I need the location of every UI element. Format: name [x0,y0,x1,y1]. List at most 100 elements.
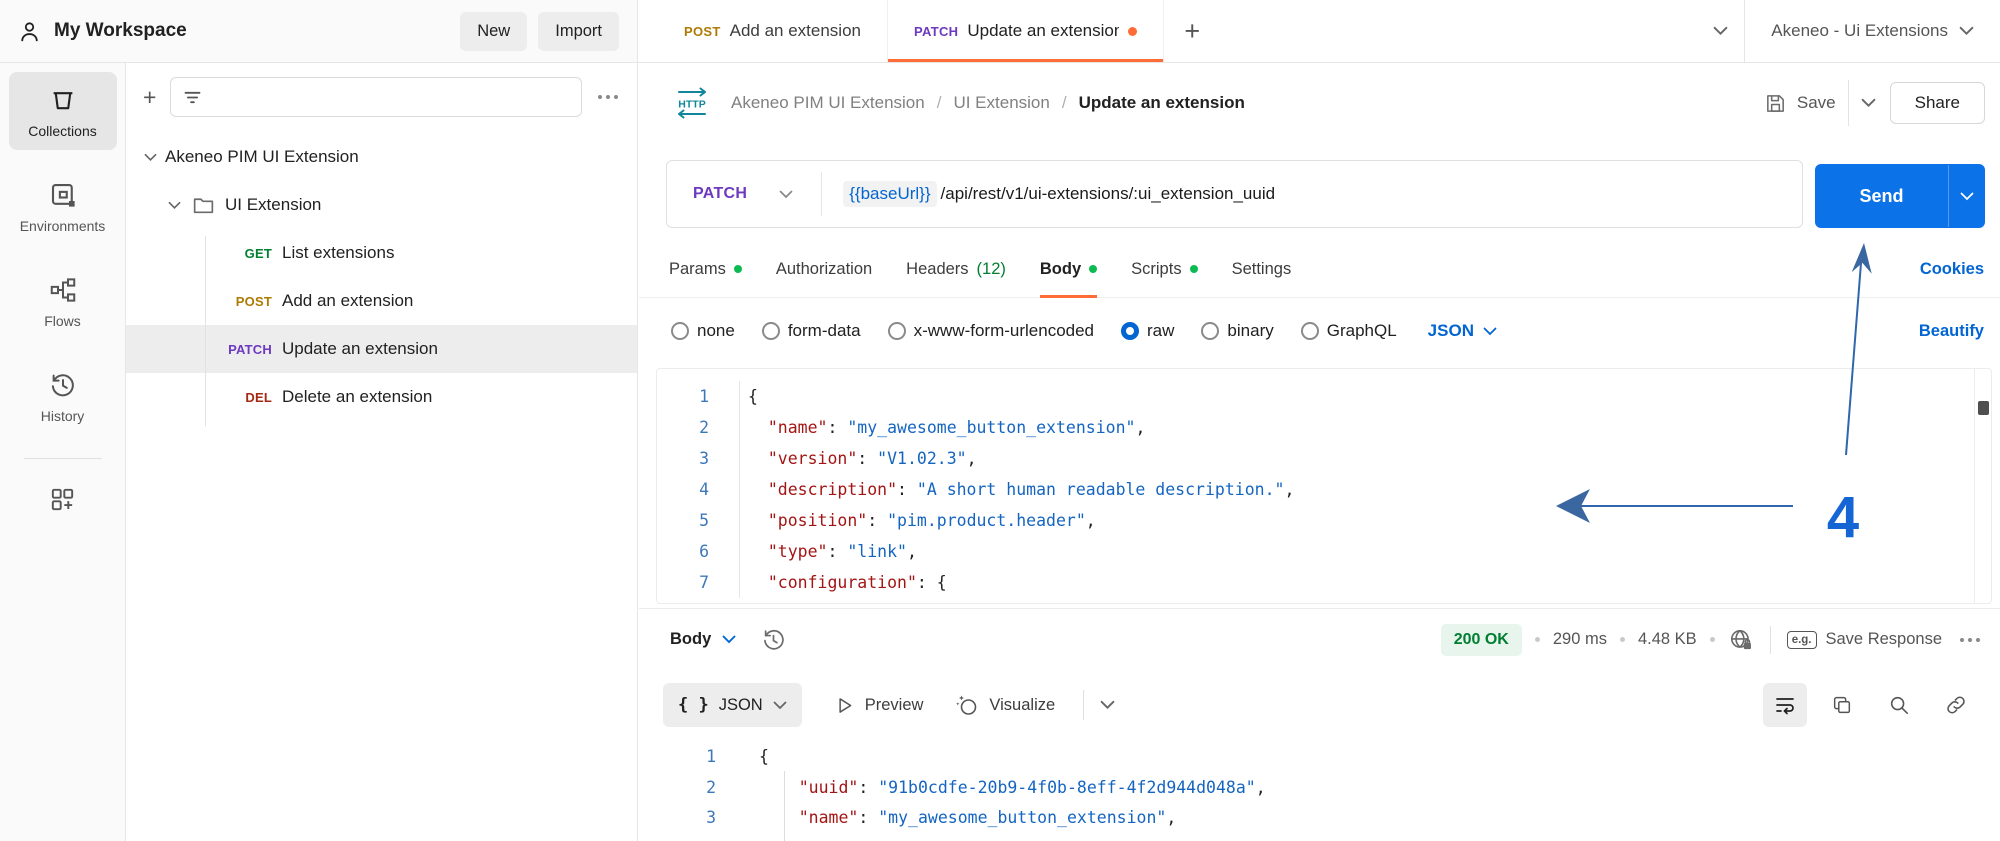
method-selector[interactable]: PATCH [667,185,747,203]
tree-collection-row[interactable]: Akeneo PIM UI Extension [126,133,637,181]
tree-request-list-extensions[interactable]: GETList extensions [126,229,637,277]
cookies-link[interactable]: Cookies [1920,241,1984,298]
chevron-down-icon[interactable] [144,153,157,162]
url-bar: PATCH {{baseUrl}} /api/rest/v1/ui-extens… [666,160,1803,228]
response-history-icon[interactable] [760,626,787,653]
response-body-viewer[interactable]: 1{2 "uuid": "91b0cdfe-20b9-4f0b-8eff-4f2… [656,740,1992,841]
response-time[interactable]: 290 ms [1553,630,1607,649]
response-view-selector[interactable]: Body [670,630,736,649]
folder-icon [191,193,216,218]
configure-sidebar-icon[interactable] [48,485,77,514]
method-chevron-icon[interactable] [779,190,793,199]
scrollbar-thumb[interactable] [1978,401,1989,415]
radio-icon[interactable] [1121,322,1139,340]
import-button[interactable]: Import [538,12,619,51]
copy-icon[interactable] [1820,683,1864,727]
response-meta: 200 OK 290 ms 4.48 KB e.g. Save Response [1441,624,1985,656]
request-tab-headers[interactable]: Headers(12) [906,241,1006,297]
open-tab-add-an-extension[interactable]: POSTAdd an extension [638,0,888,62]
response-more-options-icon[interactable] [1955,638,1985,642]
line-number: 1 [657,381,709,412]
tree-request-delete-an-extension[interactable]: DELDelete an extension [126,373,637,421]
save-response-button[interactable]: e.g. Save Response [1787,630,1942,649]
collection-name: Akeneo PIM UI Extension [165,147,359,167]
share-button[interactable]: Share [1890,82,1985,124]
rail-item-history[interactable]: History [9,357,117,435]
tree-request-update-an-extension[interactable]: PATCHUpdate an extension [126,325,637,373]
tree-request-add-an-extension[interactable]: POSTAdd an extension [126,277,637,325]
tree-controls: + [126,63,637,125]
method-badge: POST [214,294,272,309]
radio-icon[interactable] [762,322,780,340]
wrap-text-icon[interactable] [1763,683,1807,727]
response-size[interactable]: 4.48 KB [1638,630,1697,649]
send-options-chevron-icon[interactable] [1949,164,1985,228]
workspace-title[interactable]: My Workspace [54,20,449,42]
request-body-editor[interactable]: 1{2 "name": "my_awesome_button_extension… [656,368,1992,604]
radio-icon[interactable] [1301,322,1319,340]
base-url-variable-chip[interactable]: {{baseUrl}} [843,181,936,207]
environment-name: Akeneo - Ui Extensions [1771,21,1948,41]
tab-method-label: PATCH [914,24,958,39]
play-icon [834,695,855,716]
radio-icon[interactable] [888,322,906,340]
preview-button[interactable]: Preview [834,695,924,716]
url-path-input[interactable]: /api/rest/v1/ui-extensions/:ui_extension… [941,184,1276,204]
environment-selector[interactable]: Akeneo - Ui Extensions [1745,0,2000,62]
status-badge[interactable]: 200 OK [1441,624,1522,656]
search-icon[interactable] [1877,683,1921,727]
more-views-chevron-icon[interactable] [1100,700,1115,710]
body-mode-form-data[interactable]: form-data [762,321,861,341]
rail-divider [24,458,102,459]
chevron-down-icon [1483,327,1497,336]
tree-folder-row[interactable]: UI Extension [126,181,637,229]
rail-item-flows[interactable]: Flows [9,262,117,340]
add-collection-button[interactable]: + [140,84,159,111]
send-button[interactable]: Send [1815,164,1985,228]
filter-collections-input[interactable] [170,77,582,117]
request-tab-body[interactable]: Body [1040,241,1097,297]
rail-item-collections[interactable]: Collections [9,72,117,150]
language-label: JSON [1428,321,1474,341]
new-tab-button[interactable]: + [1164,0,1220,62]
person-icon[interactable] [16,18,43,45]
breadcrumb-collection[interactable]: Akeneo PIM UI Extension [731,93,925,113]
body-mode-graphql[interactable]: GraphQL [1301,321,1397,341]
save-icon [1764,92,1787,115]
response-format-selector[interactable]: { } JSON [663,683,802,727]
beautify-link[interactable]: Beautify [1919,298,1984,364]
save-button[interactable]: Save [1764,92,1836,115]
rail-item-environments[interactable]: Environments [9,167,117,245]
body-language-selector[interactable]: JSON [1428,321,1497,341]
new-button[interactable]: New [460,12,527,51]
http-request-icon: HTTP [673,86,711,120]
link-icon[interactable] [1934,683,1978,727]
tab-label: Params [669,260,726,279]
radio-icon[interactable] [1201,322,1219,340]
request-tab-params[interactable]: Params [669,241,742,297]
request-tab-settings[interactable]: Settings [1232,241,1292,297]
visualize-button[interactable]: Visualize [955,693,1055,717]
tab-list-chevron-icon[interactable] [1697,0,1744,62]
body-mode-none[interactable]: none [671,321,735,341]
radio-icon[interactable] [671,322,689,340]
request-tab-scripts[interactable]: Scripts [1131,241,1197,297]
chevron-down-icon[interactable] [168,201,181,210]
rail-label: History [41,408,85,424]
open-tab-update-an-extension[interactable]: PATCHUpdate an extension [888,0,1164,62]
more-options-icon[interactable] [593,95,623,99]
tabstrip-right: Akeneo - Ui Extensions [1697,0,2000,62]
body-mode-x-www-form-urlencoded[interactable]: x-www-form-urlencoded [888,321,1094,341]
headers-count: (12) [977,260,1006,279]
save-dropdown-chevron-icon[interactable] [1861,98,1876,108]
body-mode-binary[interactable]: binary [1201,321,1273,341]
body-mode-raw[interactable]: raw [1121,321,1174,341]
network-info-icon[interactable] [1728,627,1754,653]
chevron-down-icon [722,635,736,644]
request-tab-authorization[interactable]: Authorization [776,241,872,297]
code-line: 2 "uuid": "91b0cdfe-20b9-4f0b-8eff-4f2d9… [656,773,1992,804]
breadcrumb-request[interactable]: Update an extension [1079,93,1245,113]
workspace-header: My Workspace New Import [0,0,638,63]
breadcrumb-folder[interactable]: UI Extension [953,93,1049,113]
editor-scrollbar[interactable] [1974,369,1991,603]
